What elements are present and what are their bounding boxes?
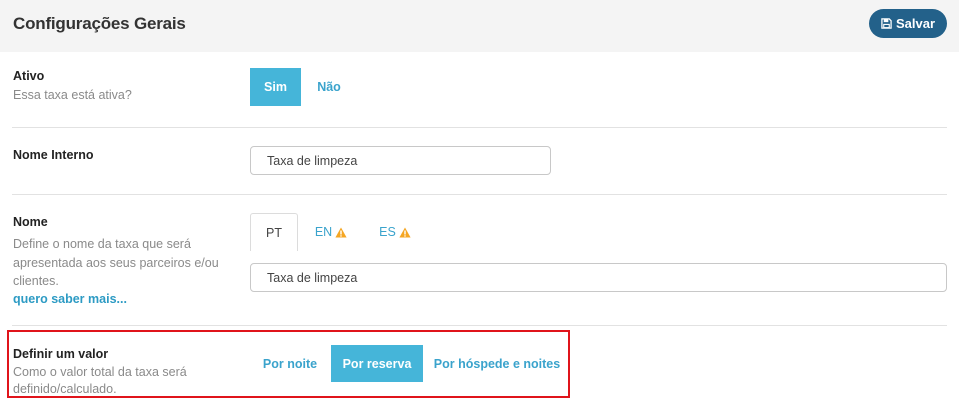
nome-description-line-3: clientes. xyxy=(13,274,59,288)
tab-es-label: ES xyxy=(379,225,396,239)
divider xyxy=(12,127,947,128)
nome-input[interactable]: Taxa de limpeza xyxy=(250,263,947,292)
nome-description-line-2: apresentada aos seus parceiros e/ou xyxy=(13,256,219,270)
tab-en[interactable]: EN xyxy=(306,213,356,251)
floppy-disk-icon xyxy=(881,18,892,29)
learn-more-link[interactable]: quero saber mais... xyxy=(13,292,127,306)
tab-es[interactable]: ES xyxy=(370,213,420,251)
tab-pt-label: PT xyxy=(266,225,282,240)
warning-icon xyxy=(335,227,347,237)
ativo-description: Essa taxa está ativa? xyxy=(13,88,132,102)
nome-input-value: Taxa de limpeza xyxy=(267,270,358,285)
ativo-option-nao[interactable]: Não xyxy=(305,68,353,106)
ativo-label: Ativo xyxy=(13,69,45,83)
nome-label: Nome xyxy=(13,215,48,229)
divider xyxy=(12,325,947,326)
page-header: Configurações Gerais Salvar xyxy=(0,0,959,52)
tab-pt[interactable]: PT xyxy=(250,213,298,251)
save-button[interactable]: Salvar xyxy=(869,9,947,38)
save-button-label: Salvar xyxy=(895,16,936,31)
ativo-option-sim[interactable]: Sim xyxy=(250,68,301,106)
nome-interno-label: Nome Interno xyxy=(13,148,94,162)
nome-interno-input-value: Taxa de limpeza xyxy=(267,153,358,168)
nome-interno-input[interactable]: Taxa de limpeza xyxy=(250,146,551,175)
warning-icon xyxy=(399,227,411,237)
highlight-box xyxy=(7,330,570,398)
nome-description-line-1: Define o nome da taxa que será xyxy=(13,237,191,251)
tab-en-label: EN xyxy=(314,225,333,239)
page-title: Configurações Gerais xyxy=(13,14,186,33)
divider xyxy=(12,194,947,195)
